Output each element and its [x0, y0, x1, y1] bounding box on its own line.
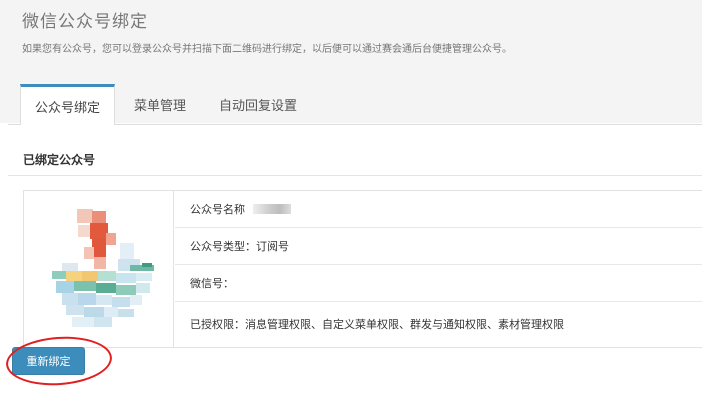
page-title: 微信公众号绑定	[22, 12, 148, 32]
section-title: 已绑定公众号	[23, 153, 96, 167]
account-type-row: 公众号类型：订阅号	[175, 228, 702, 265]
tab-label: 菜单管理	[133, 99, 186, 114]
page-description: 如果您有公众号，您可以登录公众号并扫描下面二维码进行绑定，以后便可以通过赛会通后…	[22, 44, 512, 55]
permissions-row: 已授权限：消息管理权限、自定义菜单权限、群发与通知权限、素材管理权限	[175, 304, 702, 344]
wechat-id-text: 微信号：	[190, 277, 234, 290]
account-name-label: 公众号名称	[190, 203, 245, 216]
wechat-id-row: 微信号：	[175, 265, 702, 302]
tab-label: 自动回复设置	[218, 99, 297, 114]
tab-account-binding[interactable]: 公众号绑定	[20, 84, 115, 126]
bound-account-card: 公众号名称 公众号类型：订阅号 微信号： 已授权限：消息管理权限、自定义菜单权限…	[23, 190, 702, 348]
account-name-row: 公众号名称	[175, 191, 702, 228]
tab-content: 已绑定公众号 公众号名称 公众号类型：订阅号 微信号： 已授权限：消息管理权限、…	[8, 125, 702, 395]
qr-cell	[24, 191, 174, 347]
qr-code-image	[52, 209, 154, 327]
tab-bar: 公众号绑定 菜单管理 自动回复设置	[8, 84, 702, 126]
account-type-text: 公众号类型：订阅号	[190, 240, 289, 253]
tab-auto-reply-settings[interactable]: 自动回复设置	[208, 84, 308, 125]
divider	[8, 175, 702, 176]
rebind-button[interactable]: 重新绑定	[12, 347, 85, 375]
permissions-text: 已授权限：消息管理权限、自定义菜单权限、群发与通知权限、素材管理权限	[190, 318, 564, 331]
redacted-account-name	[253, 204, 291, 214]
tab-menu-management[interactable]: 菜单管理	[120, 84, 200, 125]
tab-label: 公众号绑定	[34, 101, 100, 116]
